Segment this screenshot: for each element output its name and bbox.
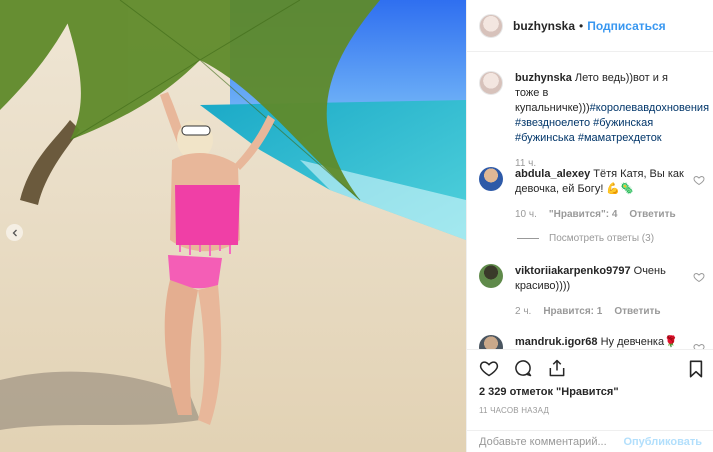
comment-like-heart-icon[interactable] (693, 174, 705, 186)
comment-body: viktoriiakarpenko9797 Очень красиво)))) … (515, 264, 685, 319)
caption: buzhynska Лето ведь))вот и я тоже в купа… (479, 71, 709, 171)
comment-username[interactable]: abdula_alexey (515, 168, 590, 180)
comment-likes[interactable]: "Нравится": 4 (549, 207, 618, 222)
post-timestamp[interactable]: 11 ЧАСОВ НАЗАД (479, 406, 549, 415)
comment-meta: 10 ч. "Нравится": 4 Ответить (515, 207, 685, 222)
comment-likes[interactable]: Нравится: 1 (543, 304, 602, 319)
comments-list[interactable]: buzhynska Лето ведь))вот и я тоже в купа… (467, 53, 713, 349)
heart-icon[interactable] (479, 358, 499, 378)
follow-button[interactable]: Подписаться (587, 19, 665, 33)
header-separator: • (579, 18, 584, 33)
likes-count[interactable]: 2 329 отметок "Нравится" (479, 386, 619, 398)
reply-button[interactable]: Ответить (614, 304, 660, 319)
beach-photo (0, 0, 466, 452)
comment-like-heart-icon[interactable] (693, 342, 705, 349)
chevron-left-icon (12, 229, 17, 236)
comment-body: mandruk.igor68 Ну девченка🌹 (515, 335, 685, 349)
comment-item: viktoriiakarpenko9797 Очень красиво)))) … (479, 264, 685, 319)
bookmark-icon[interactable] (688, 360, 704, 378)
caption-username[interactable]: buzhynska (515, 72, 572, 84)
share-icon[interactable] (547, 358, 567, 378)
post-side-panel: buzhynska • Подписаться buzhynska Лето в… (466, 0, 713, 452)
view-replies-label: Посмотреть ответы (3) (549, 233, 655, 244)
avatar[interactable] (479, 167, 503, 191)
comment-body: abdula_alexey Тётя Катя, Вы как девочка,… (515, 167, 685, 222)
comment-icon[interactable] (513, 358, 533, 378)
divider (517, 238, 539, 239)
header-username[interactable]: buzhynska (513, 19, 575, 33)
comment-time[interactable]: 2 ч. (515, 304, 531, 319)
previous-photo-button[interactable] (6, 224, 23, 241)
action-icons (479, 358, 567, 378)
post-photo[interactable] (0, 0, 466, 452)
comment-meta: 2 ч. Нравится: 1 Ответить (515, 304, 685, 319)
comment-like-heart-icon[interactable] (693, 271, 705, 283)
view-replies-button[interactable]: Посмотреть ответы (3) (517, 233, 654, 244)
avatar[interactable] (479, 13, 503, 38)
comment-username[interactable]: viktoriiakarpenko9797 (515, 265, 631, 277)
comment-time[interactable]: 10 ч. (515, 207, 537, 222)
caption-body: buzhynska Лето ведь))вот и я тоже в купа… (515, 71, 709, 171)
comment-text: Ну девченка🌹 (600, 336, 678, 348)
comment-username[interactable]: mandruk.igor68 (515, 336, 598, 348)
post-actions: 2 329 отметок "Нравится" 11 ЧАСОВ НАЗАД … (467, 349, 713, 452)
avatar[interactable] (479, 71, 503, 95)
comment-input[interactable] (479, 436, 624, 448)
reply-button[interactable]: Ответить (629, 207, 675, 222)
comment-item: mandruk.igor68 Ну девченка🌹 (479, 335, 685, 349)
avatar[interactable] (479, 264, 503, 288)
publish-button[interactable]: Опубликовать (623, 436, 702, 448)
add-comment-bar: Опубликовать (467, 430, 713, 452)
avatar[interactable] (479, 335, 503, 349)
comment-item: abdula_alexey Тётя Катя, Вы как девочка,… (479, 167, 685, 222)
post-header: buzhynska • Подписаться (467, 0, 713, 52)
